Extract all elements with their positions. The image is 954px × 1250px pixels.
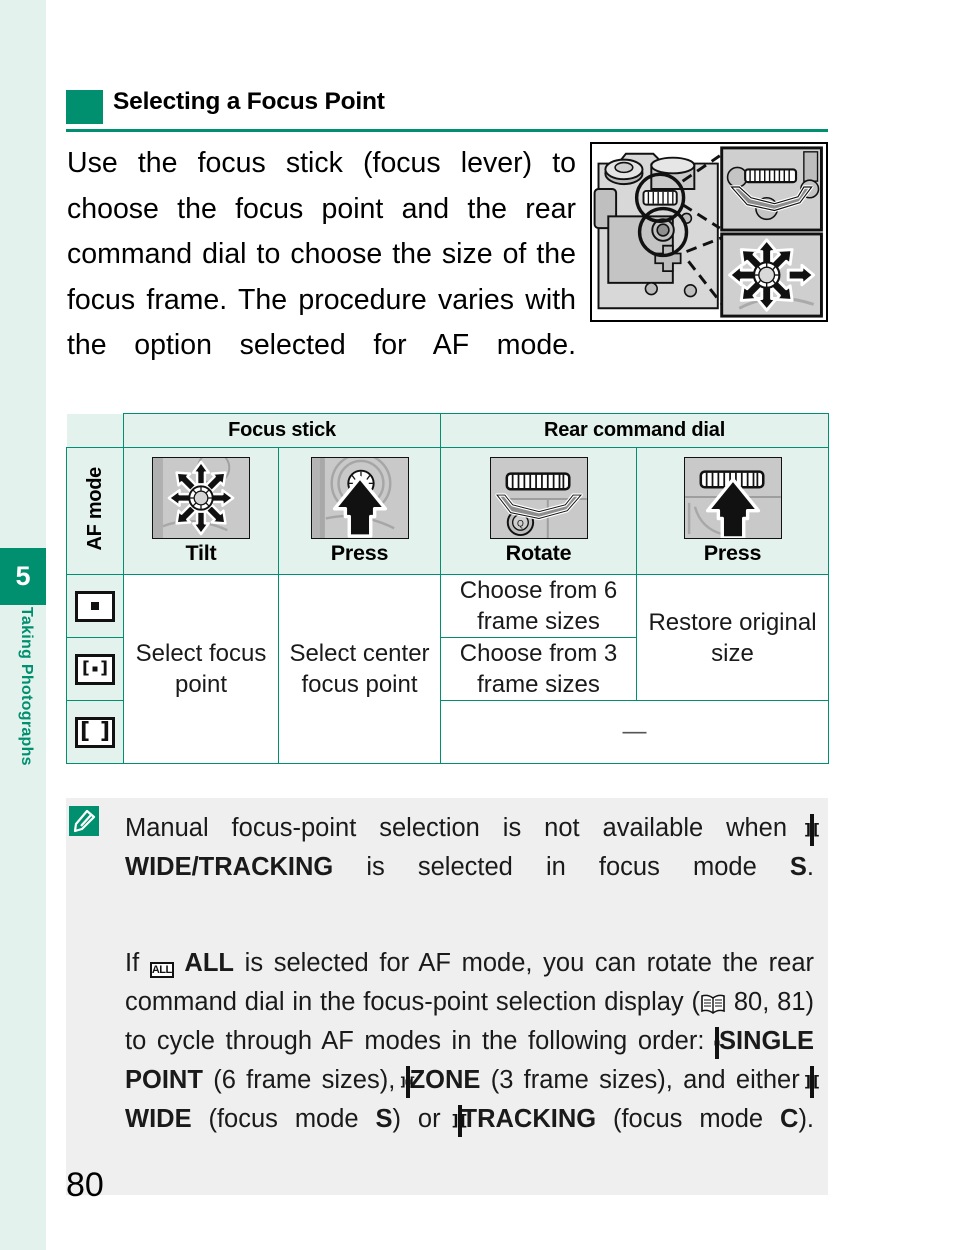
- heading-underline-rule: [66, 129, 828, 132]
- cell-press-stick-illustration: Press: [278, 447, 441, 575]
- note-callout-box: Manual focus-point selection is not avai…: [66, 798, 828, 1195]
- af-mode-control-table: Focus stick Rear command dial AF mode Ti…: [66, 413, 830, 764]
- note-p1-mid: is selected in focus mode: [366, 853, 757, 881]
- note-p2-s5: (3 frame sizes), and either: [490, 1066, 800, 1094]
- focus-stick-press-icon: [310, 456, 409, 539]
- cell-restore-original-size: Restore original size: [635, 574, 830, 701]
- note-p2-pages: 80, 81: [733, 988, 806, 1016]
- note-paragraph-1: Manual focus-point selection is not avai…: [76, 810, 820, 923]
- af-mode-wide-tracking: [ ]: [66, 700, 124, 764]
- note-p2-s6: (focus mode: [208, 1105, 359, 1133]
- note-p2-s4: (6 frame sizes),: [213, 1066, 396, 1094]
- table-group-header-row: Focus stick Rear command dial: [66, 413, 830, 448]
- tracking-icon: []: [452, 1103, 467, 1140]
- page-title: Selecting a Focus Point: [113, 88, 385, 115]
- all-icon: ALL: [149, 962, 174, 978]
- cell-choose-from-3-frame-sizes: Choose from 3 frame sizes: [440, 637, 637, 701]
- note-p2-s1: If: [125, 949, 140, 977]
- camera-illustration: [590, 142, 828, 322]
- single-point-icon: [714, 1025, 720, 1062]
- caption-press-dial: Press: [703, 540, 762, 565]
- note-p1-lead: Manual focus-point selection is not avai…: [125, 814, 788, 842]
- chapter-sidebar: 5 Taking Photographs: [0, 0, 46, 1250]
- tilt-arrows-svg: [153, 457, 249, 538]
- row-header-af-mode: AF mode: [66, 447, 124, 575]
- zone-icon: []: [400, 1064, 415, 1101]
- focus-stick-tilt-icon: [152, 456, 250, 539]
- note-p2-bold-s: S: [375, 1105, 393, 1133]
- zone-icon: [ ]: [75, 653, 115, 685]
- note-p2-bold-c: C: [780, 1105, 799, 1133]
- note-p2-bold-zone: ZONE: [409, 1066, 481, 1094]
- caption-press-stick: Press: [330, 540, 389, 565]
- note-p2-bold-wide: WIDE: [125, 1105, 192, 1133]
- note-pen-icon: [69, 806, 99, 836]
- table-row: Select focus point Select center focus p…: [66, 574, 830, 764]
- note-p1-bold-s: S: [789, 853, 807, 881]
- wide-tracking-icon: [ ]: [75, 716, 115, 748]
- rotate-dial-svg: Q: [490, 457, 587, 538]
- wide-tracking-icon: []: [804, 812, 820, 849]
- cell-not-applicable-dash: —: [439, 700, 830, 764]
- wide-icon: []: [804, 1064, 820, 1101]
- single-point-icon: [75, 590, 115, 622]
- note-p2-bold-tracking: TRACKING: [461, 1105, 597, 1133]
- book-reference-icon: [700, 986, 726, 1023]
- table-corner-cell: [66, 413, 124, 448]
- note-p2-s8: (focus mode: [612, 1105, 764, 1133]
- section-heading: Selecting a Focus Point: [66, 88, 828, 130]
- svg-text:Q: Q: [517, 518, 524, 528]
- cell-select-focus-point: Select focus point: [123, 574, 279, 764]
- table-action-icon-row: AF mode Tilt Press Q Rotate Press: [66, 447, 830, 575]
- heading-marker-square: [66, 90, 103, 124]
- caption-rotate: Rotate: [505, 540, 572, 565]
- rear-dial-press-icon: [683, 456, 782, 539]
- cell-select-center-focus-point: Select center focus point: [278, 574, 441, 764]
- press-dial-svg: [684, 457, 781, 538]
- note-p1-bold-wide-tracking: WIDE/TRACKING: [125, 853, 334, 881]
- camera-illustration-svg: [592, 144, 826, 320]
- page-number: 80: [66, 1166, 104, 1204]
- note-p2-s7: ) or: [392, 1105, 441, 1133]
- af-mode-single-point: [66, 574, 124, 638]
- note-p2-s9: ).: [798, 1105, 815, 1133]
- header-rear-command-dial: Rear command dial: [439, 413, 830, 448]
- note-paragraph-2: If ALL ALL is selected for AF mode, you …: [76, 945, 820, 1177]
- note-p1-tail: .: [806, 853, 814, 881]
- cell-tilt-illustration: Tilt: [123, 447, 279, 575]
- rear-dial-rotate-icon: Q: [489, 456, 588, 539]
- intro-paragraph: Use the focus stick (focus lever) to cho…: [67, 147, 576, 361]
- cell-press-dial-illustration: Press: [635, 447, 830, 575]
- header-focus-stick: Focus stick: [123, 413, 441, 448]
- cell-rotate-illustration: Q Rotate: [440, 447, 637, 575]
- chapter-title-vertical: Taking Photographs: [18, 607, 35, 766]
- note-p2-bold-all: ALL: [184, 949, 234, 977]
- press-stick-svg: [311, 457, 408, 538]
- cell-choose-from-6-frame-sizes: Choose from 6 frame sizes: [440, 574, 637, 638]
- caption-tilt: Tilt: [185, 540, 217, 565]
- af-mode-zone: [ ]: [66, 637, 124, 701]
